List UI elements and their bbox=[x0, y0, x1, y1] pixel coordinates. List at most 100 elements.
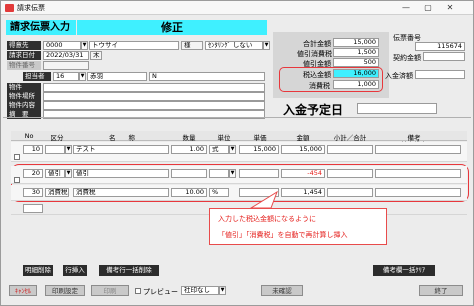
tax-field: 1,000 bbox=[333, 80, 379, 89]
mode-status: 修正 bbox=[77, 20, 267, 35]
property-no-label: 物件番号 bbox=[7, 61, 41, 70]
insert-row-button[interactable]: 行挿入 bbox=[63, 265, 87, 276]
taxed-amount-field[interactable]: 16,000 bbox=[333, 69, 379, 78]
payment-due-label: 入金予定日 bbox=[283, 103, 344, 117]
row-no[interactable]: 30 bbox=[23, 188, 43, 197]
row-price[interactable]: 15,000 bbox=[239, 145, 279, 154]
callout-line-2: 「値引」「消費税」を自動で再計算し挿入 bbox=[218, 231, 348, 239]
print-settings-button[interactable]: 印刷設定 bbox=[45, 285, 85, 296]
callout-line-1: 入力した税込金額になるように bbox=[218, 215, 316, 223]
property-place-field[interactable] bbox=[43, 92, 265, 101]
row-kubun[interactable]: 消費税 bbox=[45, 188, 69, 197]
customer-code-field[interactable]: 0000 bbox=[43, 41, 81, 50]
row-qty[interactable] bbox=[171, 169, 207, 178]
row-item[interactable]: テスト bbox=[73, 145, 169, 154]
window-title: 請求伝票 bbox=[17, 4, 45, 12]
weekday-field: 木 bbox=[90, 51, 102, 60]
invoice-date-field[interactable]: 2022/03/31 bbox=[43, 51, 89, 60]
row-subtotal bbox=[327, 188, 373, 197]
discount-tax-label: 値引消費税 bbox=[297, 50, 332, 58]
property-field[interactable] bbox=[43, 83, 265, 92]
invoice-window: 請求伝票 — ▢ ✕ 請求伝票入力 修正 得意先 0000 ▼ トウサイ 様 ｾ… bbox=[0, 0, 474, 306]
row-qty[interactable]: 1.00 bbox=[171, 145, 207, 154]
property-label: 物件 bbox=[7, 83, 41, 92]
unit-dropdown[interactable]: ▼ bbox=[229, 169, 236, 178]
row-kubun[interactable]: 値引 bbox=[45, 169, 65, 178]
row-item[interactable]: 消費税 bbox=[73, 188, 169, 197]
col-subtotal: 小計／合計 bbox=[333, 134, 367, 142]
staff-label: 担当者 bbox=[23, 72, 51, 81]
row-no[interactable]: 10 bbox=[23, 145, 43, 154]
delete-detail-button[interactable]: 明細削除 bbox=[23, 265, 53, 276]
row-amount: 15,000 bbox=[281, 145, 325, 154]
taxed-amount-label: 税込金額 bbox=[303, 71, 331, 79]
kubun-dropdown[interactable]: ▼ bbox=[65, 169, 72, 178]
cancel-button[interactable]: ｷｬﾝｾﾙ bbox=[9, 285, 37, 296]
preview-label: プレビュー bbox=[143, 288, 178, 296]
row-unit[interactable]: 式 bbox=[209, 145, 229, 154]
centering-dropdown[interactable]: ▼ bbox=[263, 41, 270, 50]
row-unit[interactable]: % bbox=[209, 188, 229, 197]
deposit-field[interactable] bbox=[415, 70, 465, 79]
staff-suffix-field[interactable]: N bbox=[149, 72, 265, 81]
row-note[interactable] bbox=[375, 188, 461, 197]
honorific-field[interactable]: 様 bbox=[181, 41, 203, 50]
title-bar: 請求伝票 — ▢ ✕ bbox=[1, 1, 473, 15]
col-kubun: 区分 bbox=[50, 134, 64, 142]
row-checkbox[interactable] bbox=[14, 177, 20, 183]
row-kubun[interactable] bbox=[45, 145, 65, 154]
staff-code-field[interactable]: 16 bbox=[53, 72, 79, 81]
staff-dropdown[interactable]: ▼ bbox=[79, 72, 86, 81]
property-no-field[interactable] bbox=[43, 61, 89, 70]
col-no: No bbox=[24, 132, 34, 140]
customer-label: 得意先 bbox=[7, 41, 41, 50]
note-batch-button[interactable]: 備考欄一括ｸﾘｱ bbox=[373, 265, 435, 276]
app-icon bbox=[5, 4, 14, 12]
col-item: 名 称 bbox=[109, 134, 135, 142]
row-subtotal bbox=[327, 145, 373, 154]
customer-name-field[interactable]: トウサイ bbox=[89, 41, 179, 50]
col-amount: 金額 bbox=[296, 134, 310, 142]
property-content-label: 物件内容 bbox=[7, 101, 41, 110]
minimize-button[interactable]: — bbox=[397, 2, 415, 13]
row-note[interactable] bbox=[375, 169, 461, 178]
staff-name-field[interactable]: 赤羽 bbox=[87, 72, 147, 81]
discount-amount-field: 500 bbox=[333, 58, 379, 67]
print-button[interactable]: 印刷 bbox=[91, 285, 129, 296]
col-qty: 数量 bbox=[182, 134, 196, 142]
row-note[interactable] bbox=[375, 145, 461, 154]
property-content-field[interactable] bbox=[43, 101, 265, 110]
preview-checkbox[interactable] bbox=[135, 288, 141, 294]
contract-field[interactable] bbox=[423, 52, 465, 61]
col-unit: 単位 bbox=[217, 134, 231, 142]
close-button[interactable]: 終了 bbox=[419, 285, 463, 296]
unit-dropdown[interactable]: ▼ bbox=[229, 145, 236, 154]
row-qty[interactable]: 10.00 bbox=[171, 188, 207, 197]
close-window-button[interactable]: ✕ bbox=[441, 2, 459, 13]
kubun-dropdown[interactable]: ▼ bbox=[65, 145, 72, 154]
callout-pointer bbox=[249, 191, 278, 209]
row-amount: -454 bbox=[281, 169, 325, 178]
row-subtotal bbox=[327, 169, 373, 178]
unconfirmed-button[interactable]: 未確認 bbox=[261, 285, 303, 296]
total-label: 合計金額 bbox=[303, 40, 331, 48]
maximize-button[interactable]: ▢ bbox=[419, 2, 437, 13]
row-no[interactable]: 20 bbox=[23, 169, 43, 178]
page-title: 請求伝票入力 bbox=[6, 20, 76, 35]
clear-notes-button[interactable]: 備考行一括削除 bbox=[99, 265, 159, 276]
annotation-callout: 入力した税込金額になるように 「値引」「消費税」を自動で再計算し挿入 bbox=[209, 208, 387, 245]
discount-tax-field: 1,500 bbox=[333, 48, 379, 57]
centering-select[interactable]: ｾﾝﾀﾘﾝｸﾞ しない bbox=[205, 41, 263, 50]
row-price[interactable] bbox=[239, 169, 279, 178]
tax-label: 消費税 bbox=[309, 82, 330, 90]
row-unit[interactable] bbox=[209, 169, 229, 178]
invoice-date-label: 請求日付 bbox=[7, 51, 41, 60]
customer-dropdown[interactable]: ▼ bbox=[81, 41, 88, 50]
row-item[interactable]: 値引 bbox=[73, 169, 169, 178]
row-checkbox[interactable] bbox=[14, 154, 20, 160]
row-no[interactable] bbox=[23, 204, 43, 213]
print-mode-dropdown[interactable]: ▼ bbox=[219, 286, 226, 295]
print-mode-select[interactable]: 社印なし bbox=[181, 286, 219, 295]
col-price: 単価 bbox=[253, 134, 267, 142]
payment-due-field[interactable] bbox=[357, 103, 437, 114]
